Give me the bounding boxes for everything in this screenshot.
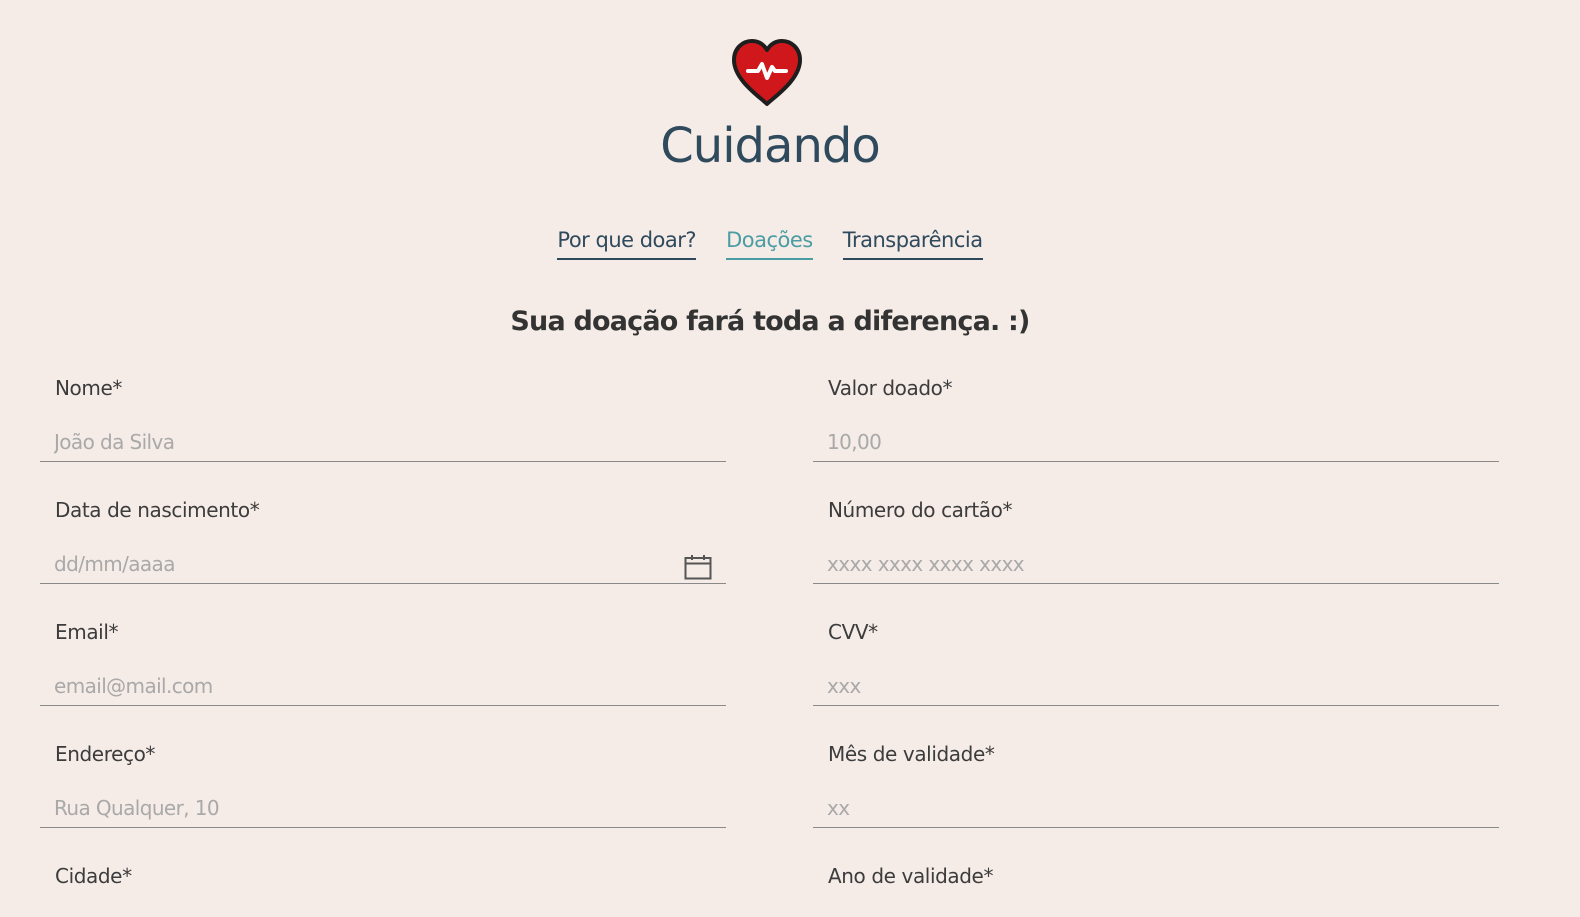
mes-validade-field-group: Mês de validade* — [813, 734, 1499, 850]
cvv-input[interactable] — [813, 666, 1499, 706]
email-label: Email* — [55, 620, 119, 644]
numero-cartao-label: Número do cartão* — [828, 498, 1013, 522]
data-nascimento-input[interactable] — [40, 544, 726, 584]
calendar-icon[interactable] — [684, 554, 712, 580]
app-title: Cuidando — [660, 118, 880, 174]
donation-page: Cuidando Por que doar? Doações Transparê… — [0, 0, 1580, 917]
heart-pulse-icon — [732, 39, 802, 106]
ano-validade-label: Ano de validade* — [828, 864, 994, 888]
valor-input[interactable] — [813, 422, 1499, 462]
ano-validade-field-group: Ano de validade* — [813, 856, 1499, 917]
endereco-field-group: Endereço* — [40, 734, 726, 850]
numero-cartao-field-group: Número do cartão* — [813, 490, 1499, 606]
page-subtitle: Sua doação fará toda a diferença. :) — [510, 306, 1030, 337]
data-nascimento-field-group: Data de nascimento* — [40, 490, 726, 606]
cidade-field-group: Cidade* — [40, 856, 726, 917]
mes-validade-label: Mês de validade* — [828, 742, 995, 766]
cvv-field-group: CVV* — [813, 612, 1499, 728]
main-nav: Por que doar? Doações Transparência — [0, 228, 1540, 260]
mes-validade-input[interactable] — [813, 788, 1499, 828]
numero-cartao-input[interactable] — [813, 544, 1499, 584]
valor-field-group: Valor doado* — [813, 368, 1499, 484]
valor-label: Valor doado* — [828, 376, 953, 400]
nome-field-group: Nome* — [40, 368, 726, 484]
endereco-input[interactable] — [40, 788, 726, 828]
cvv-label: CVV* — [828, 620, 878, 644]
email-input[interactable] — [40, 666, 726, 706]
nav-link-transparencia[interactable]: Transparência — [842, 228, 983, 260]
cidade-label: Cidade* — [55, 864, 132, 888]
nome-input[interactable] — [40, 422, 726, 462]
email-field-group: Email* — [40, 612, 726, 728]
data-nascimento-label: Data de nascimento* — [55, 498, 260, 522]
endereco-label: Endereço* — [55, 742, 156, 766]
nav-link-doacoes[interactable]: Doações — [726, 228, 813, 260]
nav-link-por-que-doar[interactable]: Por que doar? — [557, 228, 697, 260]
nome-label: Nome* — [55, 376, 122, 400]
